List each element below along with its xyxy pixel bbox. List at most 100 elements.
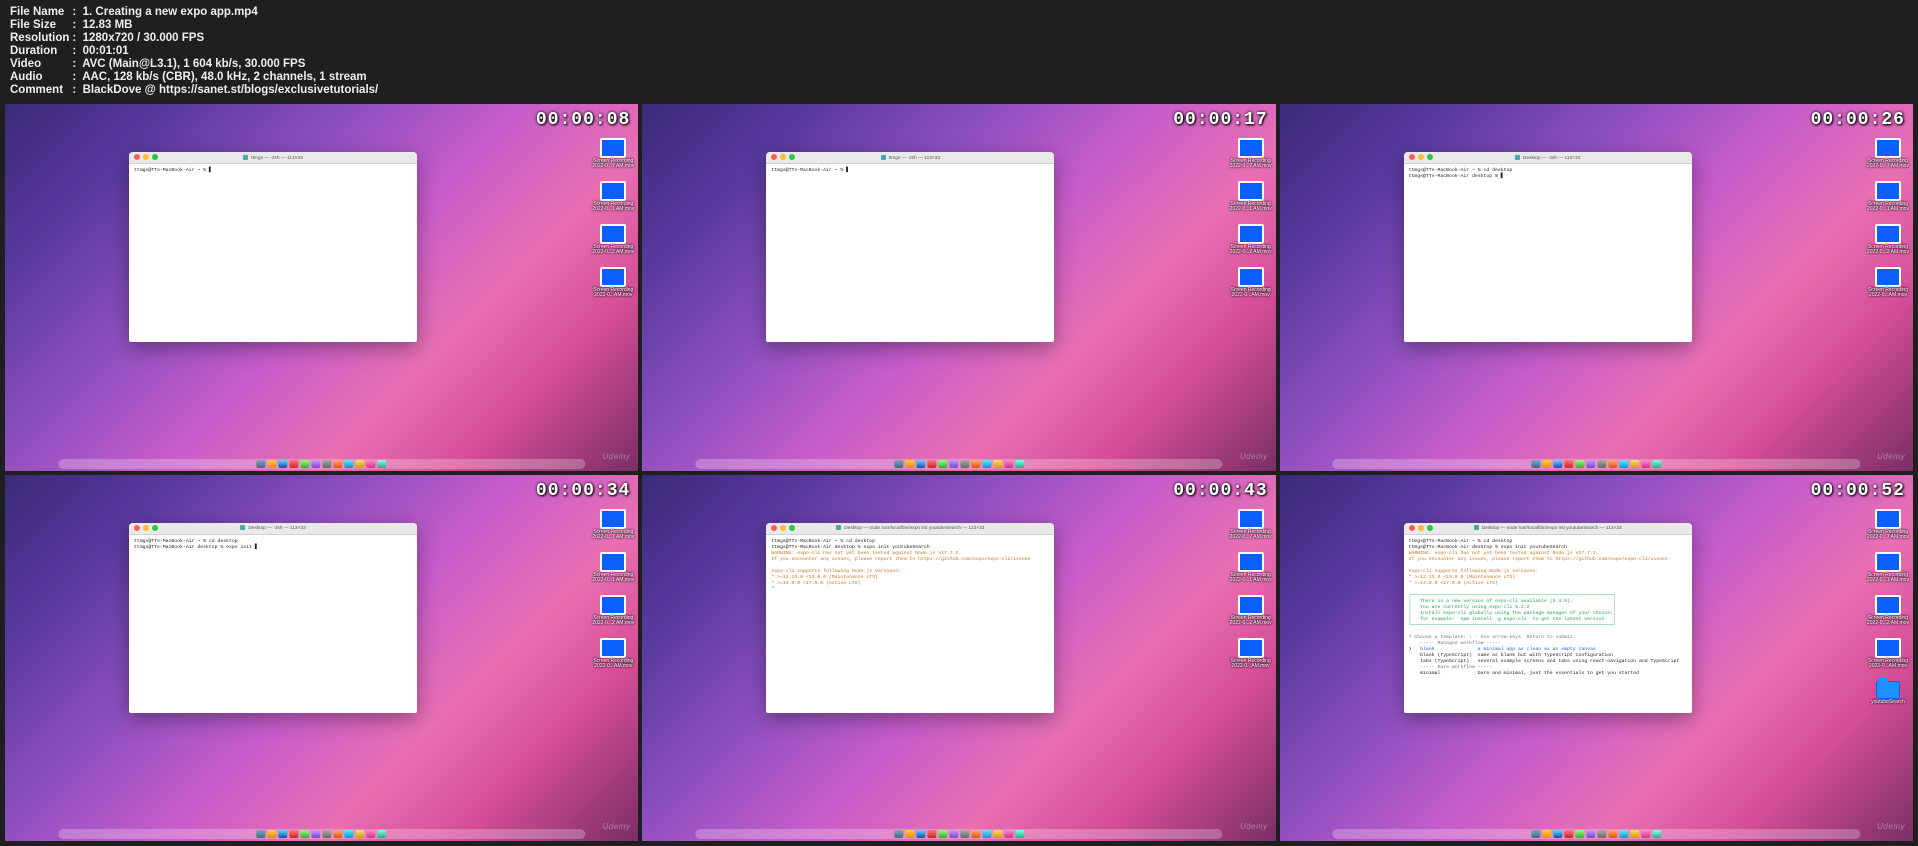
movie-file-icon[interactable]: Screen Recording2022-0...7 AM.mov: [1867, 509, 1909, 540]
movie-file-icon[interactable]: Screen Recording2022-0...1 AM.mov: [1230, 181, 1272, 212]
traffic-lights[interactable]: [134, 154, 158, 160]
movie-file-icon[interactable]: Screen Recording2022-0...2 AM.mov: [1230, 224, 1272, 255]
close-icon[interactable]: [771, 525, 777, 531]
movie-file-icon[interactable]: Screen Recording2022-0...AM.mov: [1230, 638, 1272, 669]
movie-file-icon[interactable]: Screen Recording2022-0...7 AM.mov: [1867, 138, 1909, 169]
terminal-window[interactable]: ttmgs — -zsh — 113×33 ttmgs@TTs-MacBook-…: [129, 152, 417, 342]
terminal-body[interactable]: ttmgs@TTs-MacBook-Air ~ % ▋: [766, 164, 1054, 342]
terminal-window[interactable]: Desktop — node /usr/local/bin/expo init …: [766, 523, 1054, 713]
dock[interactable]: [1333, 459, 1860, 469]
close-icon[interactable]: [1409, 154, 1415, 160]
close-icon[interactable]: [134, 525, 140, 531]
folder-tiny-icon: [1515, 155, 1520, 160]
frame-1: 00:00:08 Screen Recording2022-0...7 AM.m…: [5, 104, 638, 471]
terminal-titlebar[interactable]: Desktop — -zsh — 113×33: [129, 523, 417, 535]
desktop-icons: Screen Recording2022-0...7 AM.mov Screen…: [592, 138, 634, 298]
terminal-titlebar[interactable]: Desktop — -zsh — 113×33: [1404, 152, 1692, 164]
media-info-block: File Name : 1. Creating a new expo app.m…: [0, 0, 1918, 101]
traffic-lights[interactable]: [771, 525, 795, 531]
folder-icon[interactable]: youtubeSearch: [1867, 681, 1909, 705]
desktop-icons: Screen Recording2022-0...7 AM.mov Screen…: [1230, 509, 1272, 669]
movie-file-icon[interactable]: Screen Recording2022-0...1 AM.mov: [592, 552, 634, 583]
terminal-body[interactable]: ttmgs@TTs-MacBook-Air ~ % cd desktop ttm…: [766, 535, 1054, 713]
traffic-lights[interactable]: [771, 154, 795, 160]
terminal-window[interactable]: ttmgs — -zsh — 113×33 ttmgs@TTs-MacBook-…: [766, 152, 1054, 342]
timestamp: 00:00:26: [1811, 110, 1905, 130]
movie-file-icon[interactable]: Screen Recording2022-0...AM.mov: [1867, 638, 1909, 669]
terminal-title: Desktop — node /usr/local/bin/expo init …: [836, 525, 984, 531]
terminal-body[interactable]: ttmgs@TTs-MacBook-Air ~ % cd desktop ttm…: [1404, 535, 1692, 713]
desktop-icons: Screen Recording2022-0...7 AM.mov Screen…: [1867, 138, 1909, 298]
timestamp: 00:00:34: [536, 481, 630, 501]
dock[interactable]: [1333, 829, 1860, 839]
minimize-icon[interactable]: [1418, 525, 1424, 531]
terminal-titlebar[interactable]: Desktop — node /usr/local/bin/expo init …: [1404, 523, 1692, 535]
close-icon[interactable]: [771, 154, 777, 160]
movie-file-icon[interactable]: Screen Recording2022-0...AM.mov: [592, 267, 634, 298]
zoom-icon[interactable]: [152, 154, 158, 160]
movie-file-icon[interactable]: Screen Recording2022-0...1 AM.mov: [1230, 552, 1272, 583]
movie-file-icon[interactable]: Screen Recording2022-0...7 AM.mov: [1230, 138, 1272, 169]
thumbnail-grid: 00:00:08 Screen Recording2022-0...7 AM.m…: [5, 104, 1913, 841]
minimize-icon[interactable]: [780, 525, 786, 531]
dock[interactable]: [58, 459, 585, 469]
terminal-titlebar[interactable]: ttmgs — -zsh — 113×33: [129, 152, 417, 164]
dock[interactable]: [58, 829, 585, 839]
timestamp: 00:00:08: [536, 110, 630, 130]
close-icon[interactable]: [1409, 525, 1415, 531]
terminal-titlebar[interactable]: Desktop — node /usr/local/bin/expo init …: [766, 523, 1054, 535]
terminal-body[interactable]: ttmgs@TTs-MacBook-Air ~ % ▋: [129, 164, 417, 342]
terminal-title: Desktop — -zsh — 113×33: [240, 525, 305, 531]
terminal-body[interactable]: ttmgs@TTs-MacBook-Air ~ % cd desktop ttm…: [1404, 164, 1692, 342]
movie-file-icon[interactable]: Screen Recording2022-0...2 AM.mov: [592, 595, 634, 626]
movie-file-icon[interactable]: Screen Recording2022-0...AM.mov: [592, 638, 634, 669]
traffic-lights[interactable]: [1409, 525, 1433, 531]
minimize-icon[interactable]: [143, 154, 149, 160]
terminal-window[interactable]: Desktop — node /usr/local/bin/expo init …: [1404, 523, 1692, 713]
template-option-blank-ts[interactable]: blank (TypeScript) same as blank but wit…: [1409, 653, 1613, 658]
minimize-icon[interactable]: [143, 525, 149, 531]
folder-tiny-icon: [243, 155, 248, 160]
dock[interactable]: [695, 829, 1222, 839]
traffic-lights[interactable]: [1409, 154, 1433, 160]
terminal-window[interactable]: Desktop — -zsh — 113×33 ttmgs@TTs-MacBoo…: [129, 523, 417, 713]
movie-file-icon[interactable]: Screen Recording2022-0...7 AM.mov: [592, 138, 634, 169]
watermark: Udemy: [1877, 822, 1905, 831]
template-option-blank[interactable]: ❯ blank a minimal app as clean as an emp…: [1409, 647, 1596, 652]
traffic-lights[interactable]: [134, 525, 158, 531]
terminal-window[interactable]: Desktop — -zsh — 113×33 ttmgs@TTs-MacBoo…: [1404, 152, 1692, 342]
movie-file-icon[interactable]: Screen Recording2022-0...1 AM.mov: [1867, 181, 1909, 212]
movie-file-icon[interactable]: Screen Recording2022-0...2 AM.mov: [592, 224, 634, 255]
movie-file-icon[interactable]: Screen Recording2022-0...1 AM.mov: [592, 181, 634, 212]
zoom-icon[interactable]: [152, 525, 158, 531]
frame-4: 00:00:34 Screen Recording2022-0...7 AM.m…: [5, 475, 638, 842]
movie-file-icon[interactable]: Screen Recording2022-0...1 AM.mov: [1867, 552, 1909, 583]
template-option-minimal[interactable]: minimal bare and minimal, just the essen…: [1409, 671, 1639, 676]
watermark: Udemy: [1240, 822, 1268, 831]
watermark: Udemy: [602, 822, 630, 831]
folder-tiny-icon: [1474, 525, 1479, 530]
movie-file-icon[interactable]: Screen Recording2022-0...7 AM.mov: [592, 509, 634, 540]
folder-tiny-icon: [881, 155, 886, 160]
zoom-icon[interactable]: [789, 154, 795, 160]
frame-5: 00:00:43 Screen Recording2022-0...7 AM.m…: [642, 475, 1275, 842]
movie-file-icon[interactable]: Screen Recording2022-0...2 AM.mov: [1867, 595, 1909, 626]
movie-file-icon[interactable]: Screen Recording2022-0...AM.mov: [1867, 267, 1909, 298]
movie-file-icon[interactable]: Screen Recording2022-0...7 AM.mov: [1230, 509, 1272, 540]
zoom-icon[interactable]: [1427, 154, 1433, 160]
movie-file-icon[interactable]: Screen Recording2022-0...AM.mov: [1230, 267, 1272, 298]
zoom-icon[interactable]: [789, 525, 795, 531]
movie-file-icon[interactable]: Screen Recording2022-0...2 AM.mov: [1230, 595, 1272, 626]
movie-file-icon[interactable]: Screen Recording2022-0...2 AM.mov: [1867, 224, 1909, 255]
zoom-icon[interactable]: [1427, 525, 1433, 531]
close-icon[interactable]: [134, 154, 140, 160]
terminal-title: Desktop — node /usr/local/bin/expo init …: [1474, 525, 1622, 531]
terminal-titlebar[interactable]: ttmgs — -zsh — 113×33: [766, 152, 1054, 164]
terminal-body[interactable]: ttmgs@TTs-MacBook-Air ~ % cd desktop ttm…: [129, 535, 417, 713]
dock[interactable]: [695, 459, 1222, 469]
minimize-icon[interactable]: [1418, 154, 1424, 160]
minimize-icon[interactable]: [780, 154, 786, 160]
timestamp: 00:00:43: [1173, 481, 1267, 501]
template-option-tabs[interactable]: tabs (TypeScript) several example screen…: [1409, 659, 1680, 664]
watermark: Udemy: [1877, 452, 1905, 461]
